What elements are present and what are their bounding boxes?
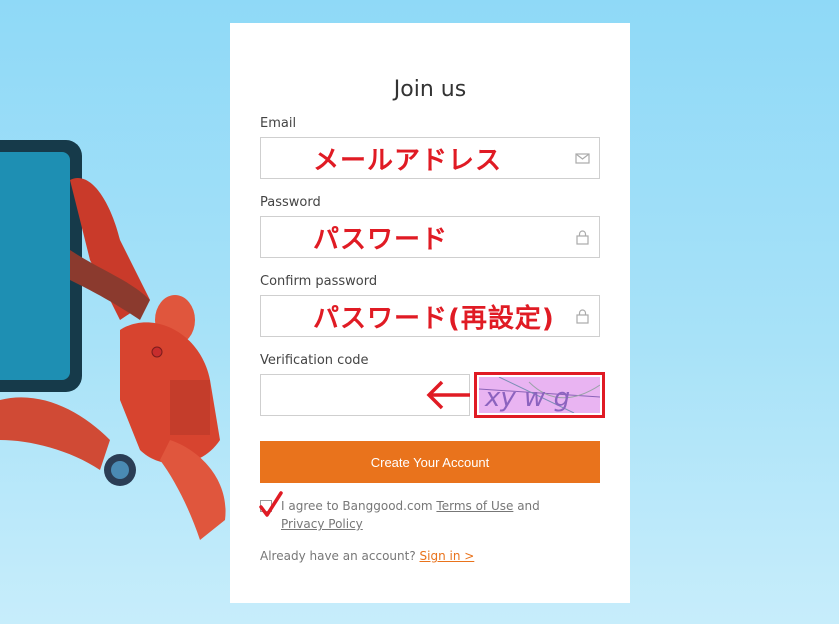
agree-prefix: I agree to Banggood.com — [281, 499, 437, 513]
terms-of-use-link[interactable]: Terms of Use — [436, 499, 513, 513]
arrow-left-icon — [426, 380, 470, 410]
confirm-password-field[interactable]: パスワード(再設定) — [260, 295, 600, 337]
confirm-password-label: Confirm password — [260, 274, 378, 289]
password-annotation: パスワード — [313, 225, 449, 255]
captcha-graphic: xy w g — [479, 377, 600, 413]
privacy-policy-link[interactable]: Privacy Policy — [281, 517, 363, 531]
envelope-icon — [575, 153, 590, 164]
email-field[interactable]: メールアドレス — [260, 137, 600, 179]
agree-text: I agree to Banggood.com Terms of Use and… — [281, 497, 581, 533]
signin-link[interactable]: Sign in > — [420, 549, 475, 563]
captcha-image[interactable]: xy w g — [474, 372, 605, 418]
confirm-password-annotation: パスワード(再設定) — [313, 304, 555, 334]
signup-card: Join us Email メールアドレス Password パスワード Con… — [230, 23, 630, 603]
verification-label: Verification code — [260, 353, 369, 368]
page-title: Join us — [393, 77, 467, 102]
lock-icon — [576, 230, 589, 245]
robot-illustration — [0, 140, 226, 540]
email-label: Email — [260, 116, 297, 131]
create-account-button[interactable]: Create Your Account — [260, 441, 600, 483]
lock-icon — [576, 309, 589, 324]
terms-agreement: I agree to Banggood.com Terms of Use and… — [259, 491, 600, 537]
password-label: Password — [260, 195, 321, 210]
agree-middle: and — [513, 499, 540, 513]
password-field[interactable]: パスワード — [260, 216, 600, 258]
captcha-text: xy w g — [484, 383, 570, 413]
signin-prompt: Already have an account? Sign in > — [260, 549, 474, 563]
email-annotation: メールアドレス — [313, 146, 503, 176]
signin-text: Already have an account? — [260, 549, 420, 563]
